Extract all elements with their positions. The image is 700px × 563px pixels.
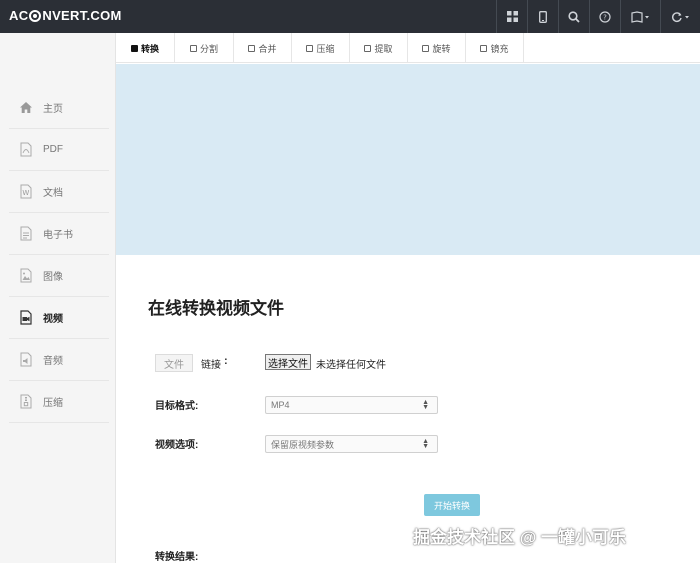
site-logo[interactable]: AC NVERT.COM xyxy=(9,8,122,23)
page-title: 在线转换视频文件 xyxy=(148,299,284,318)
banner-area xyxy=(116,64,700,255)
grid-icon[interactable] xyxy=(496,0,527,33)
sidebar-item-pdf[interactable]: PDF xyxy=(9,129,109,171)
logo-text-left: AC xyxy=(9,8,29,23)
checkbox-icon xyxy=(306,44,314,52)
ebook-icon xyxy=(17,225,35,243)
select-arrows-icon: ▲ ▼ xyxy=(422,438,429,450)
video-icon xyxy=(17,309,35,327)
svg-text:?: ? xyxy=(603,13,607,21)
start-convert-button[interactable]: 开始转换 xyxy=(424,494,480,516)
checkbox-icon xyxy=(189,44,197,52)
archive-icon xyxy=(17,393,35,411)
checkbox-icon xyxy=(364,44,372,52)
sidebar-item-video[interactable]: 视频 xyxy=(9,297,109,339)
tab-label: 提取 xyxy=(374,43,393,54)
file-status-text: 未选择任何文件 xyxy=(316,360,386,371)
tab-label: 转换 xyxy=(140,43,159,54)
video-options-select[interactable]: 保留原视频参数 ▲ ▼ xyxy=(265,435,438,453)
checkbox-icon xyxy=(480,44,488,52)
tab-label: 镜充 xyxy=(490,43,509,54)
logo-text-right: NVERT.COM xyxy=(42,8,122,23)
sidebar-item-ebook[interactable]: 电子书 xyxy=(9,213,109,255)
search-icon[interactable] xyxy=(558,0,589,33)
tab-label: 分割 xyxy=(199,43,218,54)
source-colon: : xyxy=(224,355,228,367)
help-icon[interactable]: ? xyxy=(589,0,620,33)
sidebar-item-image[interactable]: 图像 xyxy=(9,255,109,297)
tab-rotate[interactable]: 旋转 xyxy=(408,33,466,63)
choose-file-button[interactable]: 选择文件 xyxy=(265,354,311,370)
sidebar-item-label: 电子书 xyxy=(43,230,73,241)
tab-convert[interactable]: 转换 xyxy=(116,33,175,63)
sidebar-item-label: 图像 xyxy=(43,272,63,283)
tab-extract[interactable]: 提取 xyxy=(350,33,408,63)
tab-compress[interactable]: 压缩 xyxy=(292,33,350,63)
refresh-icon[interactable] xyxy=(660,0,700,33)
sidebar-menu: 主页 PDF W 文档 电子书 图像 视频 音频 压缩 xyxy=(9,87,109,423)
select-value: 保留原视频参数 xyxy=(271,439,335,450)
home-icon xyxy=(17,99,35,117)
sidebar-item-label: PDF xyxy=(43,144,63,155)
select-value: MP4 xyxy=(271,400,290,410)
sidebar-item-label: 文档 xyxy=(43,188,63,199)
audio-icon xyxy=(17,351,35,369)
tab-merge[interactable]: 合并 xyxy=(234,33,292,63)
checkbox-icon xyxy=(422,44,430,52)
checkbox-icon xyxy=(130,44,138,52)
target-format-select[interactable]: MP4 ▲ ▼ xyxy=(265,396,438,414)
sidebar-item-document[interactable]: W 文档 xyxy=(9,171,109,213)
sidebar-item-label: 视频 xyxy=(43,314,63,325)
tool-tabs: 转换 分割 合并 压缩 提取 旋转 镜充 xyxy=(116,33,524,63)
mobile-icon[interactable] xyxy=(527,0,558,33)
source-toggle: 文件 链接 xyxy=(155,354,229,372)
svg-text:W: W xyxy=(22,189,29,197)
result-label: 转换结果: xyxy=(155,552,199,563)
sidebar-item-archive[interactable]: 压缩 xyxy=(9,381,109,423)
sidebar-item-home[interactable]: 主页 xyxy=(9,87,109,129)
source-file-tab[interactable]: 文件 xyxy=(155,354,193,372)
tab-label: 压缩 xyxy=(316,43,335,54)
sidebar: 主页 PDF W 文档 电子书 图像 视频 音频 压缩 xyxy=(0,33,116,563)
sidebar-item-audio[interactable]: 音频 xyxy=(9,339,109,381)
top-navbar: AC NVERT.COM ? xyxy=(0,0,700,33)
tab-split[interactable]: 分割 xyxy=(175,33,234,63)
tabs-divider xyxy=(116,62,700,63)
checkbox-icon xyxy=(248,44,256,52)
tab-label: 合并 xyxy=(258,43,277,54)
logo-mark-icon xyxy=(29,9,42,22)
sidebar-item-label: 主页 xyxy=(43,104,63,115)
sidebar-item-label: 压缩 xyxy=(43,398,63,409)
target-format-label: 目标格式: xyxy=(155,401,199,412)
tab-label: 旋转 xyxy=(432,43,451,54)
select-arrows-icon: ▲ ▼ xyxy=(422,399,429,411)
word-icon: W xyxy=(17,183,35,201)
language-icon[interactable] xyxy=(620,0,660,33)
video-options-label: 视频选项: xyxy=(155,440,199,451)
sidebar-item-label: 音频 xyxy=(43,356,63,367)
watermark-text: 掘金技术社区 @ 一罐小可乐 xyxy=(413,528,627,547)
pdf-icon xyxy=(17,141,35,159)
image-icon xyxy=(17,267,35,285)
tab-mirror[interactable]: 镜充 xyxy=(466,33,524,63)
